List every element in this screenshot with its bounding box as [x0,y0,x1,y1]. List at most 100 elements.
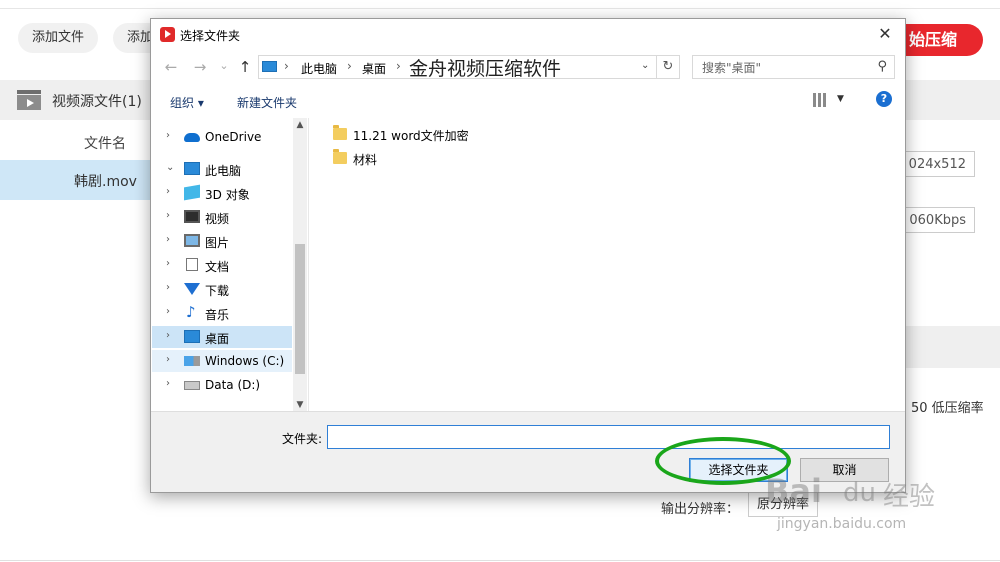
windows-drive-icon [184,356,200,366]
nav-item-label: 文档 [205,260,230,274]
nav-item-label: 视频 [205,212,230,226]
chevron-right-icon[interactable]: › [166,210,170,221]
download-arrow-icon [184,283,200,295]
computer-icon [262,61,277,72]
compression-ratio-text: 50 低压缩率 [911,401,984,416]
breadcrumb-separator[interactable]: › [396,59,401,73]
onedrive-cloud-icon [184,133,200,142]
nav-item-desktop[interactable]: › 桌面 [152,326,292,348]
source-files-title: 视频源文件(1) [52,94,142,110]
up-arrow-icon[interactable]: ↑ [236,58,254,76]
chevron-right-icon[interactable]: › [166,186,170,197]
nav-item-windows-c[interactable]: › Windows (C:) [152,350,292,372]
view-grid-icon[interactable] [813,93,827,107]
new-folder-button[interactable]: 新建文件夹 [237,94,297,111]
view-options-chevron-icon[interactable]: ▼ [837,94,844,104]
folder-icon [333,125,347,140]
folder-name: 11.21 word文件加密 [353,129,469,143]
computer-icon [184,162,200,175]
dialog-title-bar[interactable]: 选择文件夹 ✕ [151,19,905,51]
hard-drive-icon [184,381,200,390]
nav-pane-scrollbar[interactable]: ▲ ▼ [293,118,307,412]
nav-item-this-pc[interactable]: ⌄ 此电脑 [152,158,292,180]
nav-item-label: 图片 [205,236,230,250]
nav-item-label: Data (D:) [205,378,261,392]
add-file-button[interactable]: 添加文件 [18,23,99,53]
nav-item-label: OneDrive [205,130,262,144]
desktop-icon [184,330,200,343]
breadcrumb-desktop[interactable]: 桌面 [362,60,386,77]
chevron-right-icon[interactable]: › [166,130,170,141]
film-icon [184,210,200,223]
back-arrow-icon[interactable]: ← [162,58,180,76]
organize-menu-button[interactable]: 组织 ▾ [170,94,204,111]
breadcrumb-this-pc[interactable]: 此电脑 [301,60,337,77]
file-name-column-header: 文件名 [84,136,126,152]
output-resolution-label: 输出分辨率： [661,502,740,517]
bitrate-field[interactable]: 060Kbps [905,207,975,233]
navigation-row: ← → ⌄ ↑ › 此电脑 › 桌面 › 金舟视频压缩软件 ⌄ ↻ ⚲ [151,55,905,81]
app-top-divider [0,8,1000,9]
recent-locations-icon[interactable]: ⌄ [215,59,233,72]
nav-item-label: 下载 [205,284,230,298]
chevron-right-icon[interactable]: › [166,258,170,269]
folder-icon [333,149,347,164]
nav-item-3d-objects[interactable]: › 3D 对象 [152,182,292,204]
nav-item-pictures[interactable]: › 图片 [152,230,292,252]
watermark-url: jingyan.baidu.com [777,516,907,532]
address-bar[interactable]: › 此电脑 › 桌面 › 金舟视频压缩软件 ⌄ [258,54,680,81]
nav-item-label: 桌面 [205,332,230,346]
resolution-field[interactable]: 024x512 [905,151,975,177]
dialog-title: 选择文件夹 [180,29,241,43]
nav-item-downloads[interactable]: › 下载 [152,278,292,300]
nav-item-documents[interactable]: › 文档 [152,254,292,276]
folder-name-input[interactable] [327,425,890,449]
app-bottom-divider [0,560,1000,561]
chevron-right-icon[interactable]: › [166,378,170,389]
select-folder-dialog: 选择文件夹 ✕ ← → ⌄ ↑ › 此电脑 › 桌面 › 金舟视频压缩软件 ⌄ … [150,18,906,493]
breadcrumb-separator[interactable]: › [347,59,352,73]
cube-3d-icon [184,184,200,201]
scrollbar-thumb[interactable] [295,244,305,374]
app-logo-icon [160,27,175,42]
nav-item-onedrive[interactable]: › OneDrive [152,126,292,148]
scroll-down-icon[interactable]: ▼ [293,400,307,410]
refresh-icon[interactable]: ↻ [656,55,680,79]
chevron-right-icon[interactable]: › [166,282,170,293]
chevron-right-icon[interactable]: › [166,234,170,245]
folder-item[interactable]: 材料 [333,148,633,168]
folder-item[interactable]: 11.21 word文件加密 [333,124,633,144]
dialog-bottom-panel: 文件夹: 选择文件夹 取消 [151,411,905,492]
file-list-pane[interactable]: 11.21 word文件加密 材料 [309,118,905,412]
chevron-right-icon[interactable]: › [166,354,170,365]
settings-section-bar [905,326,1000,368]
forward-arrow-icon[interactable]: → [191,58,209,76]
help-icon[interactable]: ? [876,91,892,107]
chevron-right-icon[interactable]: › [166,330,170,341]
nav-item-label: Windows (C:) [205,354,285,368]
nav-item-music[interactable]: › ♪ 音乐 [152,302,292,324]
search-box: ⚲ [692,55,895,80]
nav-item-videos[interactable]: › 视频 [152,206,292,228]
chevron-down-icon[interactable]: ⌄ [166,162,174,173]
video-clapper-icon [17,90,41,110]
search-input[interactable] [693,56,874,80]
folder-name: 材料 [353,153,378,167]
select-folder-button[interactable]: 选择文件夹 [689,458,788,482]
scroll-up-icon[interactable]: ▲ [293,120,307,130]
chevron-down-icon[interactable]: ⌄ [641,60,649,71]
nav-item-label: 音乐 [205,308,230,322]
breadcrumb-current-folder[interactable]: 金舟视频压缩软件 [409,54,561,81]
nav-item-data-d[interactable]: › Data (D:) [152,374,292,396]
chevron-right-icon[interactable]: › [166,306,170,317]
close-icon[interactable]: ✕ [875,24,895,43]
document-icon [186,258,198,271]
cancel-button[interactable]: 取消 [800,458,889,482]
breadcrumb-separator[interactable]: › [284,59,289,73]
output-resolution-select[interactable]: 原分辨率 [748,491,818,517]
music-note-icon: ♪ [186,303,196,321]
search-icon[interactable]: ⚲ [877,59,887,74]
navigation-pane: › OneDrive ⌄ 此电脑 › 3D 对象 › 视频 › 图片 › 文档 [152,118,308,412]
dialog-toolbar: 组织 ▾ 新建文件夹 ▼ ? [151,89,905,115]
nav-item-label: 此电脑 [205,164,242,178]
